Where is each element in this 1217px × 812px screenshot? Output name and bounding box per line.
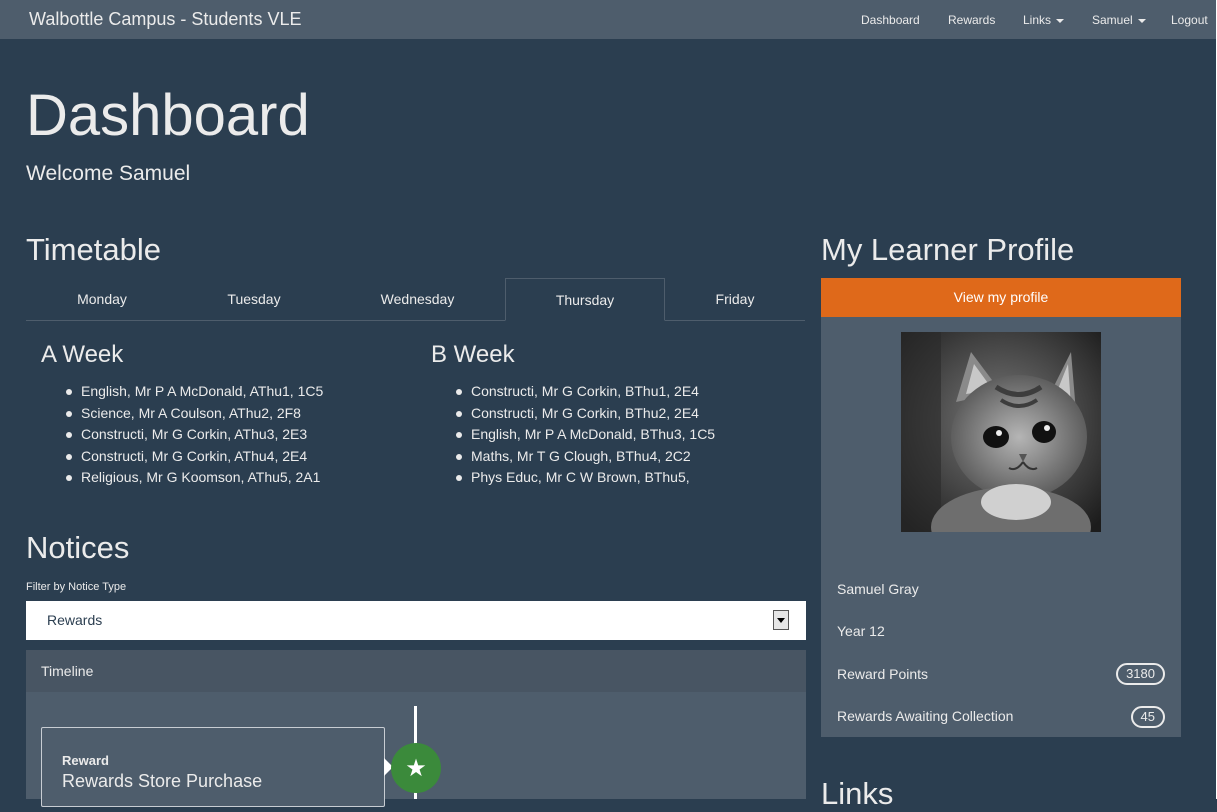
tab-thursday[interactable]: Thursday: [505, 278, 665, 321]
tab-tuesday[interactable]: Tuesday: [178, 278, 330, 320]
timeline-entry[interactable]: Reward Rewards Store Purchase: [41, 727, 385, 807]
awaiting-badge: 45: [1131, 706, 1165, 728]
list-item: Constructi, Mr G Corkin, AThu4, 2E4: [66, 446, 323, 468]
tab-monday[interactable]: Monday: [26, 278, 178, 320]
list-item: Constructi, Mr G Corkin, AThu3, 2E3: [66, 424, 323, 446]
profile-panel: Samuel Gray Year 12 Reward Points 3180 R…: [821, 317, 1181, 737]
nav-rewards[interactable]: Rewards: [948, 13, 995, 27]
dropdown-arrow-icon[interactable]: [773, 610, 789, 630]
list-item: Maths, Mr T G Clough, BThu4, 2C2: [456, 446, 715, 468]
list-item: English, Mr P A McDonald, BThu3, 1C5: [456, 424, 715, 446]
a-week-title: A Week: [41, 341, 123, 369]
reward-points-badge: 3180: [1116, 663, 1165, 685]
timeline-heading: Timeline: [41, 663, 93, 679]
caret-down-icon: [1056, 19, 1064, 23]
filter-label: Filter by Notice Type: [26, 581, 126, 593]
nav-links-label: Links: [1023, 13, 1051, 27]
timetable-heading: Timetable: [26, 232, 161, 268]
view-profile-button[interactable]: View my profile: [821, 278, 1181, 317]
nav-logout[interactable]: Logout: [1171, 13, 1208, 27]
nav-user-dropdown[interactable]: Samuel: [1092, 13, 1146, 27]
tab-friday[interactable]: Friday: [665, 278, 805, 320]
profile-heading: My Learner Profile: [821, 232, 1074, 268]
list-item: English, Mr P A McDonald, AThu1, 1C5: [66, 381, 323, 403]
list-item: Religious, Mr G Koomson, AThu5, 2A1: [66, 467, 323, 489]
kitten-photo-icon: [901, 332, 1101, 532]
a-week-list: English, Mr P A McDonald, AThu1, 1C5 Sci…: [66, 381, 323, 489]
welcome-message: Welcome Samuel: [26, 162, 190, 186]
list-item: Constructi, Mr G Corkin, BThu1, 2E4: [456, 381, 715, 403]
top-navbar: Walbottle Campus - Students VLE Dashboar…: [0, 0, 1217, 39]
nav-dashboard[interactable]: Dashboard: [861, 13, 920, 27]
site-brand[interactable]: Walbottle Campus - Students VLE: [29, 9, 301, 30]
tab-wednesday[interactable]: Wednesday: [330, 278, 505, 320]
entry-type: Reward: [62, 753, 109, 768]
profile-year: Year 12: [837, 623, 885, 639]
timeline-panel: Timeline Reward Rewards Store Purchase ★: [26, 650, 806, 799]
timetable-tabs: Monday Tuesday Wednesday Thursday Friday: [26, 278, 805, 321]
b-week-list: Constructi, Mr G Corkin, BThu1, 2E4 Cons…: [456, 381, 715, 489]
list-item: Phys Educ, Mr C W Brown, BThu5,: [456, 467, 715, 489]
nav-links-dropdown[interactable]: Links: [1023, 13, 1064, 27]
links-heading: Links: [821, 776, 893, 812]
notice-type-select[interactable]: Rewards: [26, 601, 806, 640]
profile-photo: [901, 332, 1101, 532]
timeline-header: Timeline: [26, 650, 806, 692]
notices-heading: Notices: [26, 530, 129, 566]
caret-down-icon: [1138, 19, 1146, 23]
awaiting-label: Rewards Awaiting Collection: [837, 708, 1013, 724]
nav-user-label: Samuel: [1092, 13, 1133, 27]
page-title: Dashboard: [26, 82, 310, 149]
select-value: Rewards: [47, 612, 102, 628]
list-item: Science, Mr A Coulson, AThu2, 2F8: [66, 403, 323, 425]
reward-points-label: Reward Points: [837, 666, 928, 682]
list-item: Constructi, Mr G Corkin, BThu2, 2E4: [456, 403, 715, 425]
star-icon: ★: [391, 743, 441, 793]
b-week-title: B Week: [431, 341, 515, 369]
profile-name: Samuel Gray: [837, 581, 919, 597]
entry-text: Rewards Store Purchase: [62, 771, 262, 792]
